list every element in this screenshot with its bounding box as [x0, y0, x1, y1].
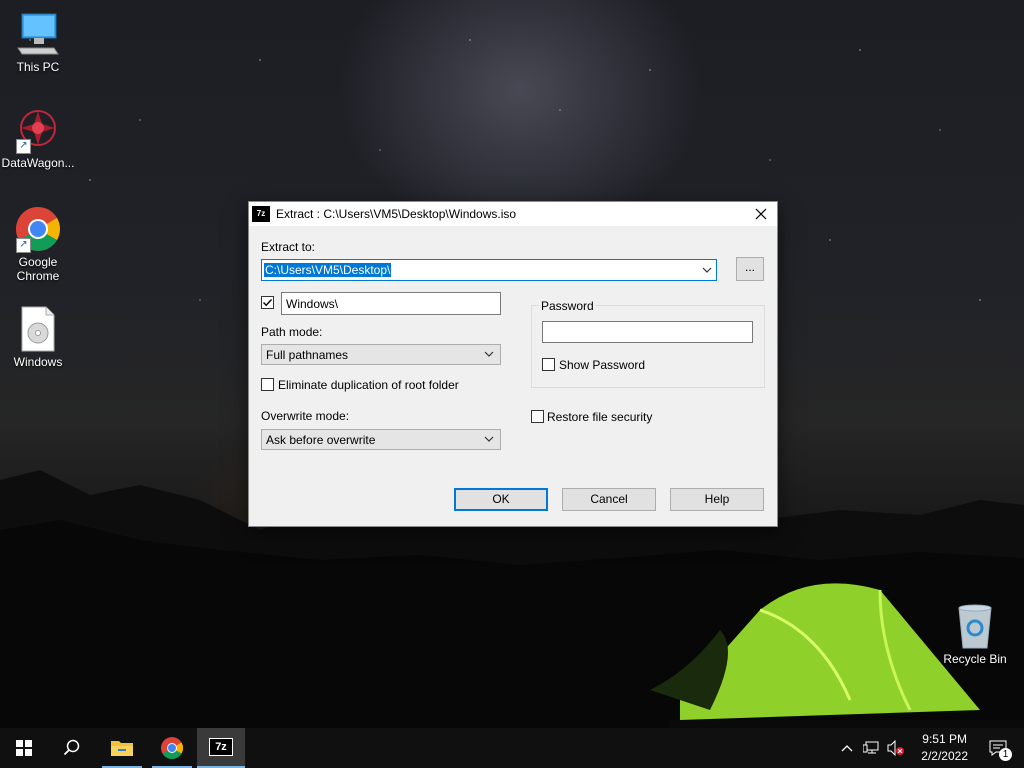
password-group-label: Password	[539, 299, 596, 313]
chevron-down-icon	[484, 351, 494, 357]
chevron-down-icon	[702, 267, 712, 273]
dialog-titlebar[interactable]: 7z Extract : C:\Users\VM5\Desktop\Window…	[249, 202, 777, 226]
search-button[interactable]	[48, 728, 96, 768]
network-button[interactable]	[860, 728, 882, 768]
extract-to-label: Extract to:	[261, 240, 316, 254]
desktop-icon-windows-iso[interactable]: Windows	[0, 305, 76, 369]
desktop-icon-label: Google Chrome	[16, 255, 60, 283]
volume-muted-icon	[887, 740, 904, 756]
overwrite-mode-label: Overwrite mode:	[261, 409, 350, 423]
password-input[interactable]	[542, 321, 753, 343]
overwrite-mode-value: Ask before overwrite	[266, 433, 376, 447]
restore-security-label: Restore file security	[547, 410, 653, 424]
network-icon	[863, 741, 879, 754]
shortcut-arrow-icon: ↗	[16, 139, 31, 154]
ok-button[interactable]: OK	[454, 488, 548, 511]
overwrite-mode-select[interactable]: Ask before overwrite	[261, 429, 501, 450]
eliminate-duplication-label: Eliminate duplication of root folder	[278, 378, 459, 392]
path-mode-label: Path mode:	[261, 325, 323, 339]
folder-icon	[111, 741, 133, 756]
disc-image-file-icon	[14, 305, 62, 353]
extract-to-combo[interactable]: C:\Users\VM5\Desktop\	[261, 259, 717, 281]
browse-button[interactable]: ...	[736, 257, 764, 281]
path-mode-select[interactable]: Full pathnames	[261, 344, 501, 365]
desktop-icon-label: This PC	[16, 60, 60, 74]
subfolder-value: Windows\	[286, 297, 339, 311]
subfolder-checkbox[interactable]	[261, 296, 274, 309]
desktop-icon-label: Recycle Bin	[943, 652, 1007, 666]
restore-security-checkbox[interactable]	[531, 410, 544, 423]
show-hidden-icons-button[interactable]	[836, 728, 858, 768]
close-button[interactable]	[745, 202, 777, 226]
taskbar-file-explorer[interactable]	[98, 728, 146, 768]
password-groupbox	[531, 305, 765, 388]
desktop-icon-this-pc[interactable]: This PC	[0, 10, 76, 74]
datawagon-icon: ↗	[14, 106, 62, 154]
action-center-button[interactable]: 1	[978, 728, 1018, 768]
checkmark-icon	[263, 299, 273, 307]
taskbar-chrome[interactable]	[148, 728, 196, 768]
desktop-icon-google-chrome[interactable]: ↗ Google Chrome	[0, 205, 76, 283]
chrome-icon	[161, 737, 183, 759]
7zip-icon: 7z	[209, 738, 233, 756]
desktop-icon-label: Windows	[13, 355, 63, 369]
help-button[interactable]: Help	[670, 488, 764, 511]
clock-date: 2/2/2022	[921, 749, 968, 763]
extract-dialog: 7z Extract : C:\Users\VM5\Desktop\Window…	[248, 201, 778, 527]
search-icon	[63, 739, 80, 756]
7zip-icon: 7z	[252, 206, 270, 222]
show-password-label: Show Password	[559, 358, 646, 372]
dialog-title: Extract : C:\Users\VM5\Desktop\Windows.i…	[276, 207, 517, 221]
cancel-button[interactable]: Cancel	[562, 488, 656, 511]
desktop-icon-recycle-bin[interactable]: Recycle Bin	[937, 602, 1013, 666]
eliminate-duplication-checkbox[interactable]	[261, 378, 274, 391]
path-mode-value: Full pathnames	[266, 348, 349, 362]
shortcut-arrow-icon: ↗	[16, 238, 31, 253]
chevron-up-icon	[841, 745, 853, 752]
close-icon	[755, 208, 767, 220]
system-clock[interactable]: 9:51 PM 2/2/2022	[921, 731, 968, 765]
chevron-down-icon	[484, 436, 494, 442]
extract-to-value: C:\Users\VM5\Desktop\	[264, 263, 392, 277]
taskbar-7zip[interactable]: 7z	[197, 728, 245, 768]
this-pc-icon	[14, 10, 62, 58]
show-password-checkbox[interactable]	[542, 358, 555, 371]
chrome-icon: ↗	[14, 205, 62, 253]
windows-logo-icon	[16, 740, 32, 756]
volume-button[interactable]	[884, 728, 908, 768]
recycle-bin-icon	[951, 602, 999, 650]
start-button[interactable]	[0, 728, 48, 768]
desktop-icon-datawagon[interactable]: ↗ DataWagon...	[0, 106, 76, 170]
clock-time: 9:51 PM	[922, 732, 967, 746]
desktop-icon-label: DataWagon...	[1, 156, 75, 170]
notification-count-badge: 1	[999, 748, 1012, 761]
taskbar: 7z 9:51 PM 2/2/2022 1	[0, 728, 1024, 768]
subfolder-input[interactable]: Windows\	[281, 292, 501, 315]
